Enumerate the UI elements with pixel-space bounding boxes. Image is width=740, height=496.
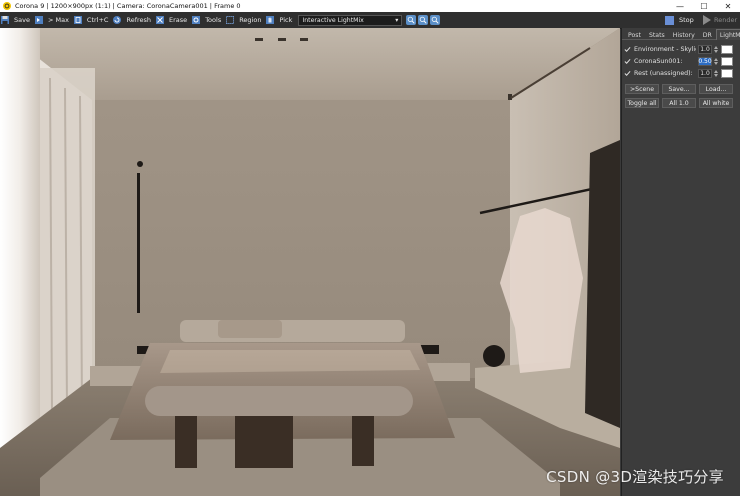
- zoom-in-button[interactable]: [406, 15, 417, 25]
- lightmix-mode-value: Interactive LightMix: [302, 16, 364, 24]
- vfb-toolbar: Save > Max Ctrl+C Refresh Erase Tools Re…: [0, 12, 740, 29]
- zoom-out-icon: [420, 16, 428, 24]
- sun-light-name: CoronaSun001:: [634, 57, 683, 65]
- lightmix-panel: Post Stats History DR LightMix Environme…: [621, 28, 740, 496]
- tab-stats[interactable]: Stats: [645, 29, 669, 41]
- pick-button-label: Pick: [279, 16, 293, 24]
- sun-checkbox[interactable]: [624, 58, 631, 65]
- chevron-down-icon: ▾: [395, 16, 399, 24]
- region-button-label: Region: [239, 16, 262, 24]
- lightmix-row-sun: CoronaSun001: 0.50: [624, 55, 738, 67]
- window-title: Corona 9 | 1200×900px (1:1) | Camera: Co…: [15, 2, 241, 10]
- region-select-icon: [225, 15, 235, 25]
- save-button[interactable]: Save: [0, 13, 30, 27]
- render-button-label: Render: [714, 16, 738, 24]
- checkmark-icon: [624, 70, 631, 76]
- refresh-button[interactable]: Refresh: [112, 13, 151, 27]
- toggle-all-button[interactable]: Toggle all: [625, 98, 659, 108]
- zoom-out-button[interactable]: [418, 15, 429, 25]
- tools-gear-icon: [191, 15, 201, 25]
- zoom-controls: [406, 15, 442, 25]
- rest-light-name: Rest (unassigned):: [634, 69, 693, 77]
- checkmark-icon: [624, 46, 631, 52]
- render-play-icon: [703, 15, 711, 25]
- load-lightmix-button[interactable]: Load...: [699, 84, 733, 94]
- arrow-right-icon: [34, 15, 44, 25]
- corona-logo-icon: [3, 2, 11, 10]
- erase-button[interactable]: Erase: [155, 13, 187, 27]
- erase-x-icon: [155, 15, 165, 25]
- all-white-button[interactable]: All white: [699, 98, 733, 108]
- environment-intensity-spinner[interactable]: [713, 45, 718, 54]
- window-titlebar: Corona 9 | 1200×900px (1:1) | Camera: Co…: [0, 0, 740, 12]
- zoom-fit-button[interactable]: [430, 15, 441, 25]
- rest-intensity-input[interactable]: 1.0: [698, 68, 712, 78]
- environment-checkbox[interactable]: [624, 46, 631, 53]
- lightmix-list: Environment - Skylight 1.0 CoronaSun001:…: [622, 39, 740, 79]
- environment-color-swatch[interactable]: [721, 44, 733, 54]
- sun-intensity-spinner[interactable]: [713, 57, 718, 66]
- refresh-button-label: Refresh: [126, 16, 152, 24]
- lightmix-actions-row2: Toggle all All 1.0 All white: [622, 98, 740, 108]
- save-lightmix-button[interactable]: Save...: [662, 84, 696, 94]
- refresh-icon: [112, 15, 122, 25]
- sun-intensity-input[interactable]: 0.50: [698, 56, 712, 66]
- lightmix-row-rest: Rest (unassigned): 1.0: [624, 67, 738, 79]
- save-button-label: Save: [14, 16, 30, 24]
- tab-post[interactable]: Post: [624, 29, 645, 41]
- lightmix-row-environment: Environment - Skylight 1.0: [624, 43, 738, 55]
- environment-light-name: Environment - Skylight: [634, 45, 696, 53]
- environment-intensity-input[interactable]: 1.0: [698, 44, 712, 54]
- floppy-disk-icon: [0, 15, 10, 25]
- copy-button[interactable]: Ctrl+C: [73, 13, 109, 27]
- tab-dr[interactable]: DR: [699, 29, 716, 41]
- erase-button-label: Erase: [169, 16, 188, 24]
- tools-button[interactable]: Tools: [191, 13, 221, 27]
- stop-button-label: Stop: [679, 16, 694, 24]
- hand-pick-icon: [265, 15, 275, 25]
- all-one-button[interactable]: All 1.0: [662, 98, 696, 108]
- close-button[interactable]: ✕: [716, 0, 740, 12]
- tools-button-label: Tools: [205, 16, 222, 24]
- tab-lightmix[interactable]: LightMix: [715, 29, 740, 40]
- rest-intensity-spinner[interactable]: [713, 69, 718, 78]
- lightmix-actions-row1: >Scene Save... Load...: [622, 84, 740, 94]
- render-viewport[interactable]: [0, 28, 620, 496]
- rest-checkbox[interactable]: [624, 70, 631, 77]
- region-button[interactable]: Region: [225, 13, 261, 27]
- rest-color-swatch[interactable]: [721, 68, 733, 78]
- stop-square-icon: [665, 15, 674, 25]
- render-button[interactable]: Render: [703, 14, 737, 26]
- zoom-in-icon: [408, 16, 416, 24]
- copy-button-label: Ctrl+C: [86, 16, 109, 24]
- csdn-watermark: CSDN @3D渲染技巧分享: [546, 468, 724, 486]
- stop-button[interactable]: Stop: [665, 14, 694, 26]
- tab-history[interactable]: History: [669, 29, 699, 41]
- zoom-fit-icon: [432, 16, 440, 24]
- lightmix-mode-dropdown[interactable]: Interactive LightMix ▾: [298, 14, 403, 26]
- panel-tabs: Post Stats History DR LightMix: [622, 29, 740, 41]
- copy-icon: [73, 15, 83, 25]
- window-controls: — ☐ ✕: [668, 0, 740, 12]
- sun-color-swatch[interactable]: [721, 56, 733, 66]
- checkmark-icon: [624, 58, 631, 64]
- to-scene-button[interactable]: >Scene: [625, 84, 659, 94]
- minimize-button[interactable]: —: [668, 0, 692, 12]
- pick-button[interactable]: Pick: [265, 13, 292, 27]
- max-button-label: > Max: [47, 16, 69, 24]
- maximize-button[interactable]: ☐: [692, 0, 716, 12]
- max-button[interactable]: > Max: [34, 13, 69, 27]
- rendered-bedroom-image: [0, 28, 620, 496]
